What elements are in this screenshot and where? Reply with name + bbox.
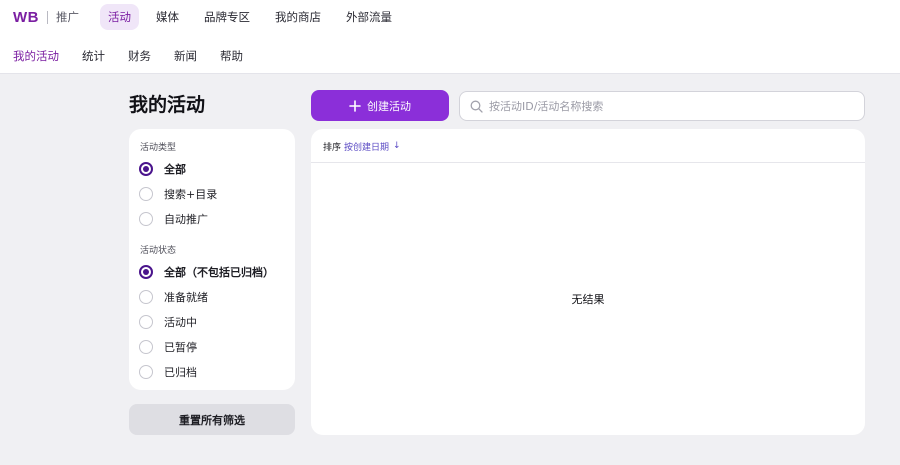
logo[interactable]: WB 推广 — [13, 7, 79, 27]
campaign-type-option-search-catalog[interactable]: 搜索+目录 — [139, 185, 217, 203]
radio-icon[interactable] — [139, 365, 153, 379]
filter-panel: 活动类型 全部 搜索+目录 自动推广 活动状态 全部（不包括已归档） 准备就绪 … — [129, 129, 295, 390]
results-panel: 排序 按创建日期 ↓ 无结果 — [311, 129, 865, 435]
radio-label: 全部 — [164, 163, 186, 176]
top-nav-item-brand-zone[interactable]: 品牌专区 — [196, 4, 258, 30]
search-box[interactable] — [459, 91, 865, 121]
top-nav-item-media[interactable]: 媒体 — [148, 4, 187, 30]
sort-by-date-link[interactable]: 按创建日期 — [344, 140, 389, 153]
radio-icon[interactable] — [139, 315, 153, 329]
radio-label: 准备就绪 — [164, 291, 208, 304]
campaign-status-option-ready[interactable]: 准备就绪 — [139, 288, 208, 306]
radio-checked-icon[interactable] — [139, 162, 153, 176]
campaign-type-label: 活动类型 — [140, 143, 177, 153]
sub-nav-item-statistics[interactable]: 统计 — [82, 48, 105, 64]
sort-control[interactable]: 排序 按创建日期 ↓ — [323, 139, 401, 153]
sort-down-arrow-icon[interactable]: ↓ — [393, 141, 401, 151]
campaign-type-option-auto[interactable]: 自动推广 — [139, 210, 208, 228]
top-nav-item-campaigns[interactable]: 活动 — [100, 4, 139, 30]
radio-label: 自动推广 — [164, 213, 208, 226]
logo-divider — [47, 10, 48, 24]
campaign-status-label: 活动状态 — [140, 246, 177, 256]
radio-icon[interactable] — [139, 290, 153, 304]
radio-label: 搜索+目录 — [164, 188, 218, 201]
search-input[interactable] — [489, 99, 849, 113]
logo-suffix: 推广 — [56, 10, 79, 24]
top-nav-item-my-store[interactable]: 我的商店 — [267, 4, 329, 30]
create-campaign-label: 创建活动 — [367, 99, 411, 113]
sub-nav-item-help[interactable]: 帮助 — [220, 48, 243, 64]
reset-filters-button[interactable]: 重置所有筛选 — [129, 404, 295, 435]
sub-nav-item-news[interactable]: 新闻 — [174, 48, 197, 64]
radio-icon[interactable] — [139, 340, 153, 354]
app-header: WB 推广 活动 媒体 品牌专区 我的商店 外部流量 我的活动 统计 财务 新闻… — [0, 0, 900, 74]
logo-brand: WB — [13, 8, 39, 26]
campaign-status-option-paused[interactable]: 已暂停 — [139, 338, 197, 356]
empty-state-text: 无结果 — [571, 293, 605, 306]
search-icon — [470, 100, 483, 113]
sub-nav: 我的活动 统计 财务 新闻 帮助 — [13, 45, 266, 67]
results-divider — [311, 162, 865, 163]
radio-icon[interactable] — [139, 187, 153, 201]
radio-label: 全部（不包括已归档） — [164, 266, 274, 279]
plus-icon — [349, 99, 361, 112]
top-nav-item-external-traffic[interactable]: 外部流量 — [338, 4, 400, 30]
radio-icon[interactable] — [139, 212, 153, 226]
campaign-type-option-all[interactable]: 全部 — [139, 160, 186, 178]
radio-checked-icon[interactable] — [139, 265, 153, 279]
sort-label: 排序 — [323, 142, 342, 153]
sub-nav-item-my-campaigns[interactable]: 我的活动 — [13, 48, 59, 64]
page-title: 我的活动 — [129, 94, 206, 116]
radio-label: 已暂停 — [164, 341, 197, 354]
campaign-status-option-archived[interactable]: 已归档 — [139, 363, 197, 381]
radio-label: 活动中 — [164, 316, 197, 329]
campaign-status-option-all[interactable]: 全部（不包括已归档） — [139, 263, 274, 281]
radio-label: 已归档 — [164, 366, 197, 379]
top-nav: 活动 媒体 品牌专区 我的商店 外部流量 — [100, 4, 409, 30]
campaign-status-option-active[interactable]: 活动中 — [139, 313, 197, 331]
sub-nav-item-finance[interactable]: 财务 — [128, 48, 151, 64]
create-campaign-button[interactable]: 创建活动 — [311, 90, 449, 121]
